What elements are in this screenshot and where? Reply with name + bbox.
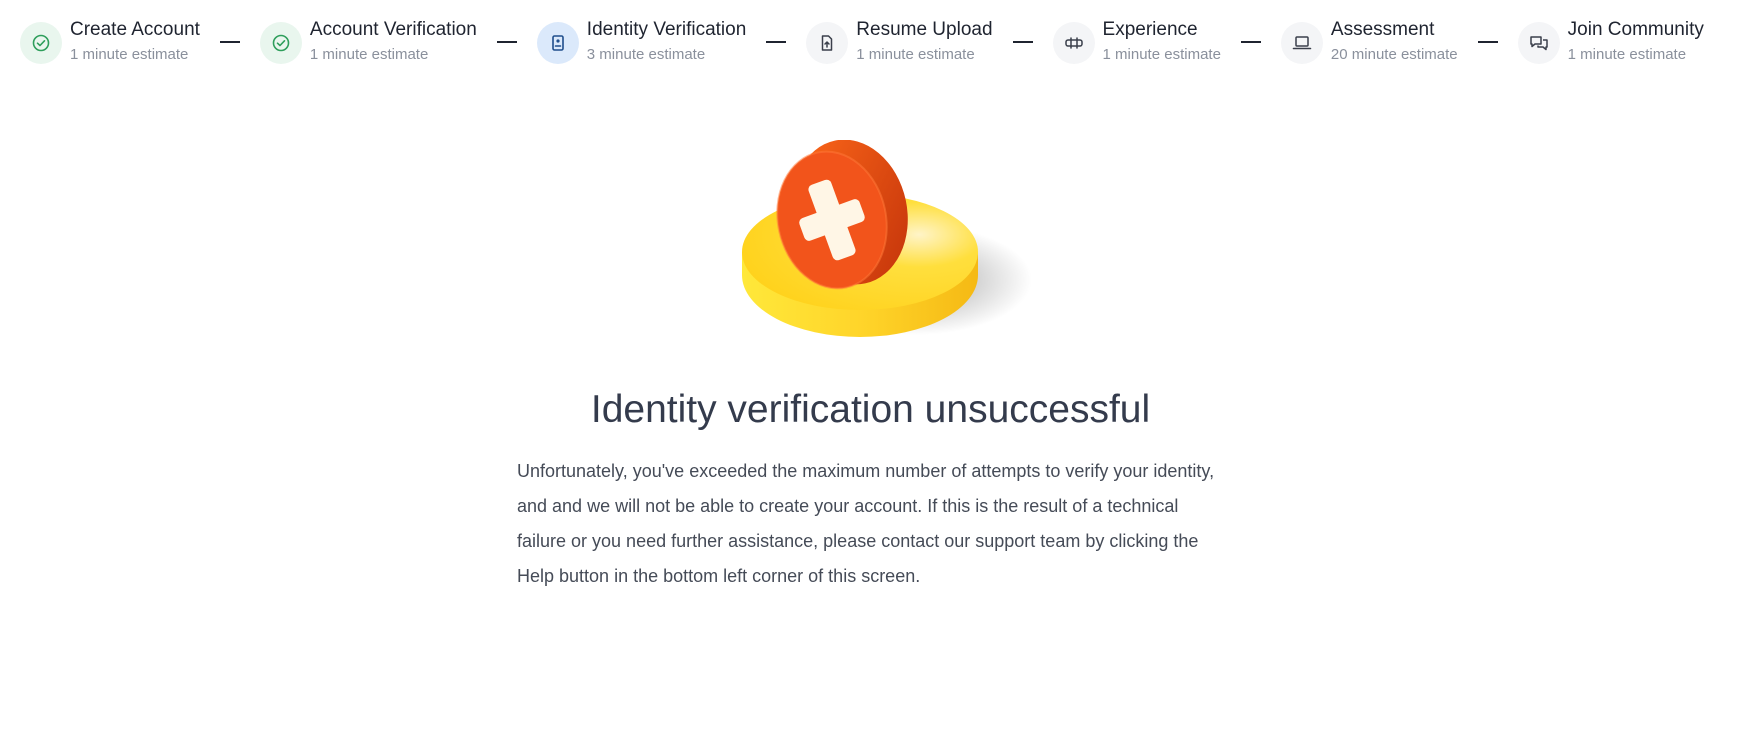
step-title: Resume Upload: [856, 19, 993, 40]
step-title: Account Verification: [309, 19, 477, 40]
error-x-badge-illustration: [742, 139, 1042, 360]
step-separator: [1012, 41, 1033, 43]
step-resume-upload: Resume Upload 1 minute estimate: [806, 18, 993, 65]
file-upload-icon: [806, 22, 849, 64]
step-estimate: 1 minute estimate: [1102, 46, 1221, 63]
check-circle-icon: [259, 22, 302, 64]
step-estimate: 1 minute estimate: [70, 46, 189, 63]
step-separator: [496, 41, 517, 43]
step-identity-verification: Identity Verification 3 minute estimate: [536, 18, 747, 65]
error-message: Unfortunately, you've exceeded the maxim…: [517, 461, 1215, 586]
step-estimate: 3 minute estimate: [586, 46, 706, 63]
step-title: Create Account: [70, 19, 200, 40]
step-separator: [1240, 41, 1261, 43]
step-estimate: 1 minute estimate: [1567, 46, 1687, 63]
progress-stepper: Create Account 1 minute estimate Account…: [20, 18, 1735, 68]
id-badge-icon: [536, 22, 579, 64]
step-title: Identity Verification: [586, 19, 747, 40]
step-separator: [219, 41, 240, 43]
step-join-community: Join Community 1 minute estimate: [1517, 18, 1704, 65]
step-title: Assessment: [1330, 19, 1435, 40]
step-estimate: 20 minute estimate: [1330, 46, 1458, 63]
step-create-account: Create Account 1 minute estimate: [20, 18, 200, 65]
step-account-verification: Account Verification 1 minute estimate: [259, 18, 477, 65]
step-title: Experience: [1102, 19, 1198, 40]
step-experience: Experience 1 minute estimate: [1052, 18, 1221, 65]
chat-bubbles-icon: [1517, 22, 1560, 64]
experience-icon: [1052, 22, 1095, 64]
page-title: Identity verification unsuccessful: [590, 388, 1151, 431]
check-circle-icon: [20, 22, 62, 64]
step-separator: [766, 41, 787, 43]
step-assessment: Assessment 20 minute estimate: [1280, 18, 1458, 65]
step-separator: [1477, 41, 1498, 43]
laptop-icon: [1280, 22, 1323, 64]
step-title: Join Community: [1567, 19, 1704, 40]
step-estimate: 1 minute estimate: [856, 46, 975, 63]
step-estimate: 1 minute estimate: [309, 46, 429, 63]
